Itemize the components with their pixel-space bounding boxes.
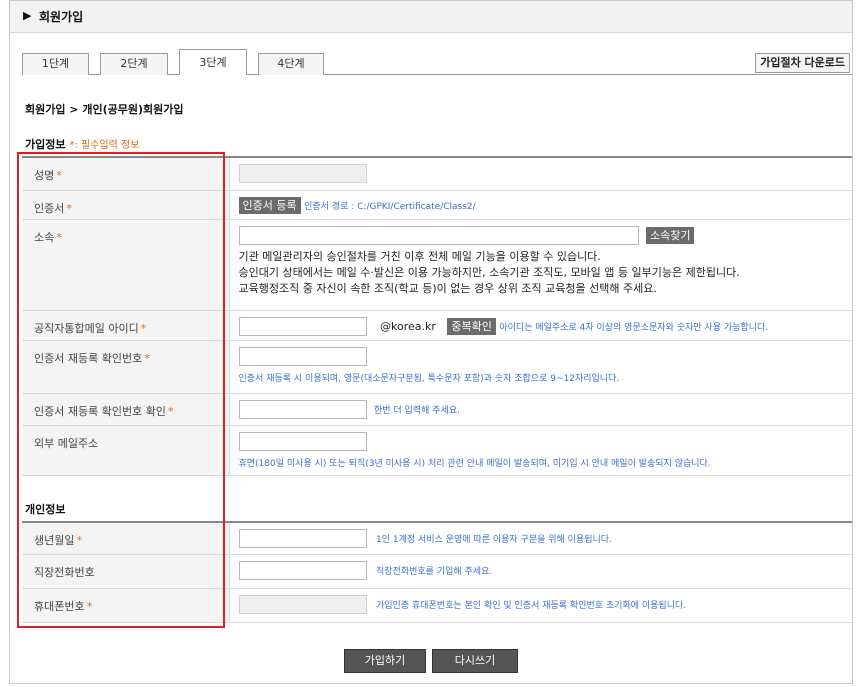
search-affiliation-button[interactable]: 소속찾기 bbox=[646, 226, 695, 244]
highlight-box bbox=[17, 152, 225, 628]
download-procedure-button[interactable]: 가입절차 다운로드 bbox=[755, 53, 850, 73]
tab-step-4[interactable]: 4단계 bbox=[258, 53, 324, 75]
certificate-path-hint: 인증서 경로 : C:/GPKI/Certificate/Class2/ bbox=[304, 201, 476, 212]
tab-step-2[interactable]: 2단계 bbox=[100, 53, 168, 75]
field-value: 1인 1계정 서비스 운영에 따른 이용자 구분을 위해 이용됩니다. bbox=[229, 521, 852, 555]
name-input bbox=[238, 164, 367, 183]
title-bar: ▶ 회원가입 bbox=[10, 1, 852, 33]
field-value: 인증서 재등록 시 이용되며, 영문(대소문자구분됨, 특수문자 포함)과 숫자… bbox=[229, 340, 852, 394]
field-value: 한번 더 입력해 주세요. bbox=[229, 393, 852, 426]
section-title-join-info: 가입정보 *: 필수입력 정보 bbox=[25, 136, 139, 152]
office-phone-hint: 직장전화번호를 기입해 주세요. bbox=[376, 566, 493, 577]
field-value: 직장전화번호를 기입해 주세요. bbox=[229, 554, 852, 589]
desc-line: 교육행정조직 중 자신이 속한 조직(학교 등)이 없는 경우 상위 조직 교육… bbox=[238, 281, 657, 295]
check-duplicate-button[interactable]: 중복확인 bbox=[447, 317, 496, 335]
field-value: 가입인증 휴대폰번호는 본인 확인 및 인증서 재등록 확인번호 초기화에 이용… bbox=[229, 588, 852, 623]
reissue-confirm-input[interactable] bbox=[238, 399, 367, 419]
field-value: @korea.kr 중복확인 아이디는 메일주소로 4자 이상의 영문소문자와 … bbox=[229, 310, 852, 341]
field-value: 소속찾기 기관 메일관리자의 승인절차를 거친 이후 전체 메일 기능을 이용할… bbox=[229, 219, 853, 311]
external-mail-input[interactable] bbox=[238, 431, 367, 451]
mobile-hint: 가입인증 휴대폰번호는 본인 확인 및 인증서 재등록 확인번호 초기화에 이용… bbox=[376, 600, 687, 611]
mobile-input bbox=[238, 594, 367, 614]
mail-id-hint: 아이디는 메일주소로 4자 이상의 영문소문자와 숫자만 사용 가능합니다. bbox=[499, 322, 769, 333]
external-mail-hint: 휴면(180일 미사용 시) 또는 퇴직(3년 미사용 시) 처리 관련 안내 … bbox=[238, 458, 711, 469]
office-phone-input[interactable] bbox=[238, 560, 367, 580]
step-tabs: 1단계 2단계 3단계 4단계 가입절차 다운로드 bbox=[22, 49, 852, 75]
register-certificate-button[interactable]: 인증서 등록 bbox=[238, 196, 301, 214]
mail-id-input[interactable] bbox=[238, 316, 367, 336]
tab-step-1[interactable]: 1단계 bbox=[22, 53, 89, 75]
breadcrumb: 회원가입 > 개인(공무원)회원가입 bbox=[25, 103, 184, 116]
tab-step-3[interactable]: 3단계 bbox=[179, 49, 247, 75]
submit-button[interactable]: 가입하기 bbox=[344, 649, 426, 673]
reset-button[interactable]: 다시쓰기 bbox=[432, 649, 518, 673]
reissue-confirm-hint: 한번 더 입력해 주세요. bbox=[374, 405, 460, 416]
mail-domain: @korea.kr bbox=[380, 319, 436, 333]
page-title: 회원가입 bbox=[39, 10, 84, 24]
field-value: 휴면(180일 미사용 시) 또는 퇴직(3년 미사용 시) 처리 관련 안내 … bbox=[229, 425, 852, 476]
field-value: 인증서 등록 인증서 경로 : C:/GPKI/Certificate/Clas… bbox=[229, 190, 852, 220]
affiliation-description: 기관 메일관리자의 승인절차를 거친 이후 전체 메일 기능을 이용할 수 있습… bbox=[239, 249, 853, 297]
affiliation-input[interactable] bbox=[238, 225, 639, 245]
birth-hint: 1인 1계정 서비스 운영에 따른 이용자 구분을 위해 이용됩니다. bbox=[376, 535, 612, 545]
required-note: *: 필수입력 정보 bbox=[69, 140, 140, 151]
reissue-code-input[interactable] bbox=[238, 346, 367, 366]
birth-input[interactable] bbox=[238, 529, 367, 548]
section-title-text: 가입정보 bbox=[25, 138, 66, 151]
desc-line: 기관 메일관리자의 승인절차를 거친 이후 전체 메일 기능을 이용할 수 있습… bbox=[238, 249, 601, 263]
field-value bbox=[229, 156, 852, 191]
reissue-code-hint: 인증서 재등록 시 이용되며, 영문(대소문자구분됨, 특수문자 포함)과 숫자… bbox=[238, 373, 620, 384]
desc-line: 승인대기 상태에서는 메일 수·발신은 이용 가능하지만, 소속기관 조직도, … bbox=[238, 265, 740, 279]
triangle-right-icon: ▶ bbox=[23, 9, 32, 22]
